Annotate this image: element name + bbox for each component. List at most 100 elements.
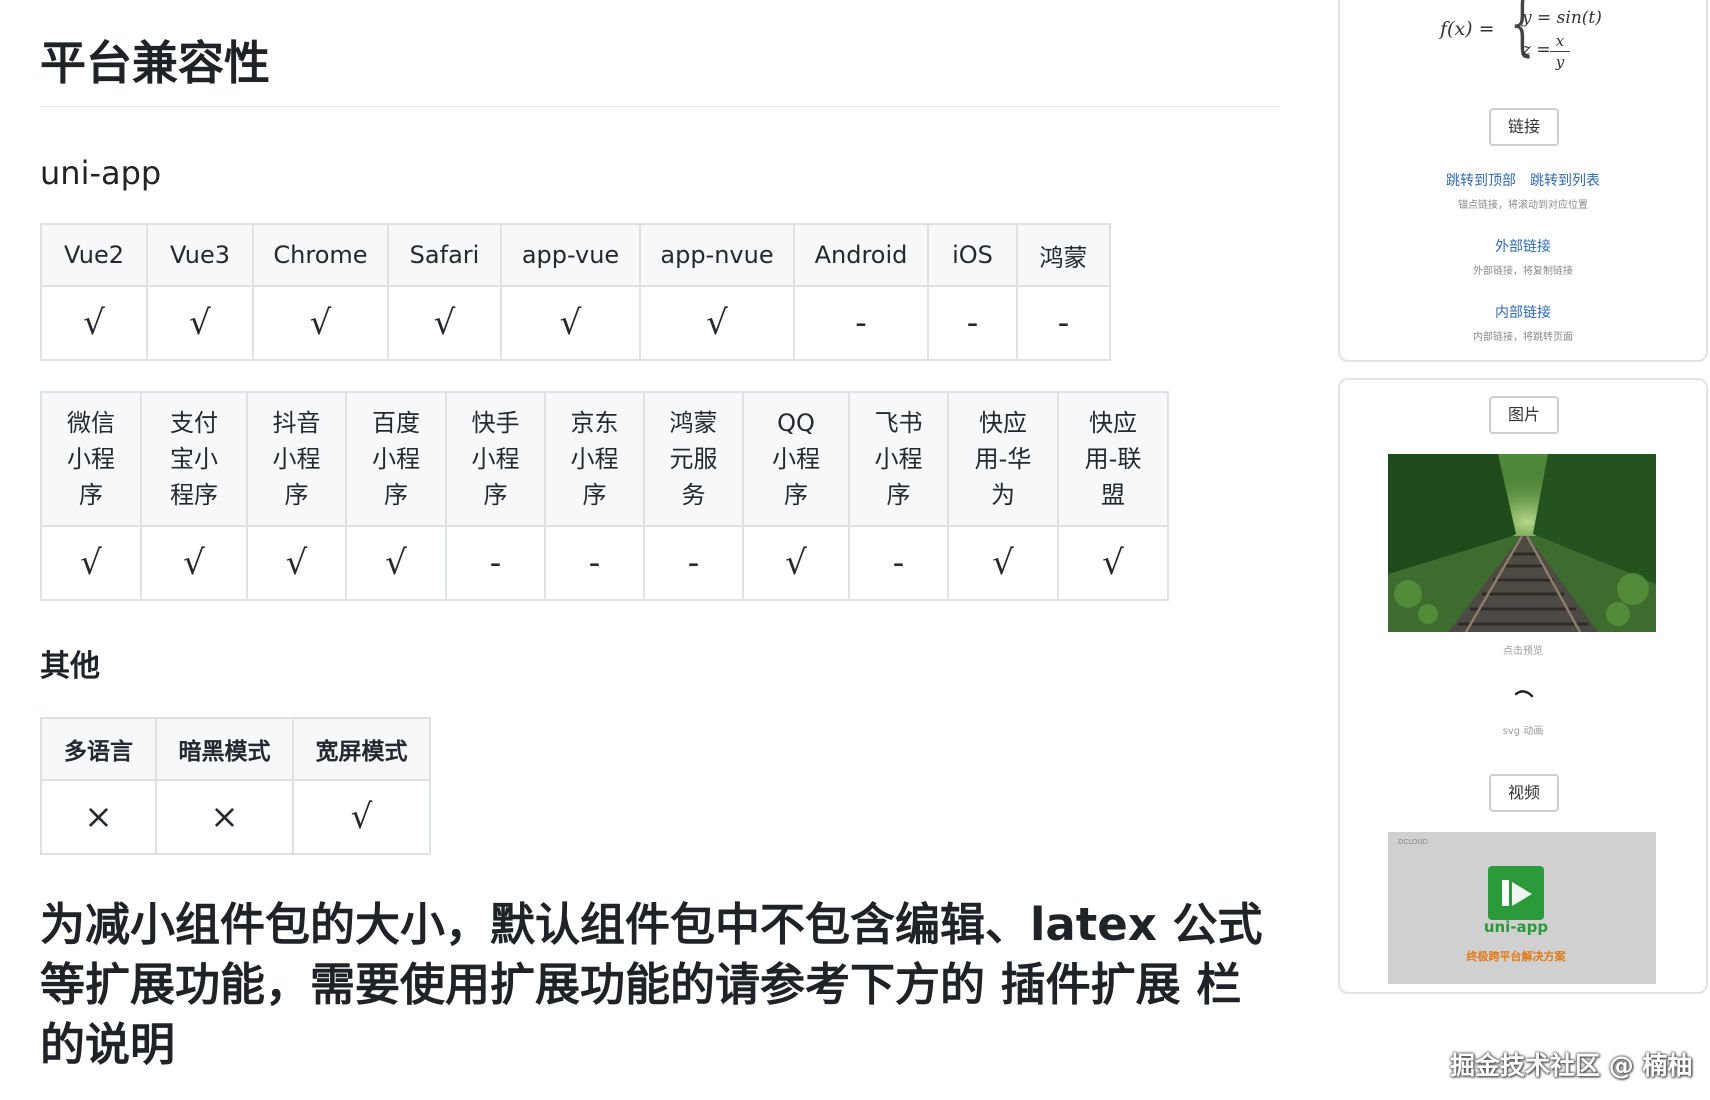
title-divider	[40, 106, 1280, 107]
table-row: √ √ √ √ - - - √ - √ √	[40, 525, 1169, 601]
header-line: 小程	[372, 445, 420, 473]
fraction-bar	[1550, 51, 1570, 52]
table-cell: √	[387, 285, 502, 361]
video-slogan: 终极跨平台解决方案	[1466, 950, 1566, 963]
header-line: 序	[483, 481, 508, 509]
jump-to-top-link[interactable]: 跳转到顶部	[1446, 173, 1516, 189]
page-title: 平台兼容性	[40, 36, 270, 90]
table-cell: √	[146, 285, 254, 361]
table-header-cell: 多语言	[40, 717, 157, 781]
latex-formula: f(x) = { y = sin(t) z = x y	[1440, 0, 1640, 72]
compat-table-miniprogram: 微信 小程序支付 宝小 程序 抖音 小程序百度 小程序快手 小程序京东 小程序鸿蒙 元服务 QQ 小程…	[40, 391, 1169, 601]
fraction-numerator: x	[1555, 32, 1565, 50]
video-brand: DCLOUD	[1398, 838, 1428, 846]
header-line: 小程	[272, 445, 321, 473]
formula-line-z: z =	[1522, 40, 1551, 60]
header-line: 抖音	[272, 409, 321, 437]
compat-table-other: 多语言 暗黑模式 宽屏模式 × × √	[40, 717, 431, 855]
table-header-cell: 鸿蒙 元服务	[643, 391, 744, 527]
table-header-cell: Vue3	[146, 223, 254, 287]
preview-panel-links: f(x) = { y = sin(t) z = x y 链接 跳转到顶部 跳转到列…	[1338, 0, 1708, 362]
loading-spinner-icon	[1514, 690, 1534, 698]
header-line: 微信	[67, 409, 115, 437]
table-header-cell: 快应 用-联盟	[1057, 391, 1169, 527]
formula-fraction: x y	[1550, 32, 1570, 71]
svg-animation-caption: svg 动画	[1502, 726, 1544, 737]
table-header-cell: app-nvue	[639, 223, 795, 287]
table-cell: -	[848, 525, 949, 601]
table-header-cell: 暗黑模式	[155, 717, 294, 781]
table-cell: √	[742, 525, 850, 601]
header-line: 序	[284, 481, 309, 509]
video-section-button[interactable]: 视频	[1489, 774, 1559, 812]
extension-note: 为减小组件包的大小，默认组件包中不包含编辑、latex 公式等扩展功能，需要使用…	[40, 898, 1263, 1071]
table-header-cell: 快手 小程序	[445, 391, 546, 527]
link-section-button[interactable]: 链接	[1489, 108, 1559, 146]
table-header-row: 微信 小程序支付 宝小 程序 抖音 小程序百度 小程序快手 小程序京东 小程序鸿蒙 元服务 QQ 小程…	[40, 391, 1169, 527]
table-cell: √	[292, 779, 431, 855]
header-line: 小程	[471, 445, 520, 473]
external-link[interactable]: 外部链接	[1340, 236, 1706, 256]
table-header-cell: QQ 小程序	[742, 391, 850, 527]
table-cell: √	[246, 525, 347, 601]
header-line: 飞书	[874, 409, 923, 437]
header-line: 快手	[471, 409, 520, 437]
internal-link[interactable]: 内部链接	[1340, 302, 1706, 322]
anchor-link-desc: 锚点链接，将滚动到对应位置	[1458, 200, 1588, 211]
header-line: QQ	[777, 409, 815, 437]
table-cell: √	[345, 525, 447, 601]
table-header-cell: Safari	[387, 223, 502, 287]
table-cell: -	[643, 525, 744, 601]
table-header-cell: Vue2	[40, 223, 148, 287]
table-cell: √	[140, 525, 248, 601]
header-line: 务	[681, 481, 706, 509]
railway-forest-image[interactable]	[1388, 454, 1656, 632]
railway-forest-illustration	[1388, 454, 1656, 632]
play-icon[interactable]	[1498, 874, 1538, 914]
header-line: 小程	[570, 445, 619, 473]
header-line: 序	[886, 481, 911, 509]
section-heading-uniapp: uni-app	[40, 154, 162, 192]
compat-table-uniapp: Vue2 Vue3 Chrome Safari app-vue app-nvue…	[40, 223, 1111, 361]
section-heading-other: 其他	[40, 649, 100, 684]
table-cell: ×	[155, 779, 294, 855]
table-header-cell: 微信 小程序	[40, 391, 142, 527]
image-caption: 点击预览	[1503, 646, 1543, 657]
table-cell: -	[544, 525, 645, 601]
table-cell: √	[252, 285, 389, 361]
formula-fx: f(x) =	[1440, 18, 1495, 40]
table-header-cell: 宽屏模式	[292, 717, 431, 781]
header-line: 用-华	[974, 445, 1032, 473]
table-header-cell: 快应 用-华为	[947, 391, 1059, 527]
table-cell: -	[1016, 285, 1111, 361]
formula-line-y: y = sin(t)	[1522, 8, 1602, 28]
table-cell: √	[500, 285, 641, 361]
header-line: 京东	[570, 409, 619, 437]
header-line: 序	[784, 481, 808, 509]
header-line: 快应	[1089, 409, 1137, 437]
image-section-button[interactable]: 图片	[1489, 396, 1559, 434]
internal-link-desc: 内部链接，将跳转页面	[1473, 332, 1573, 343]
header-line: 宝小	[170, 445, 218, 473]
jump-to-list-link[interactable]: 跳转到列表	[1530, 173, 1600, 189]
table-header-row: 多语言 暗黑模式 宽屏模式	[40, 717, 431, 781]
table-header-cell: Android	[793, 223, 929, 287]
table-header-row: Vue2 Vue3 Chrome Safari app-vue app-nvue…	[40, 223, 1111, 287]
header-line: 鸿蒙	[669, 409, 718, 437]
table-cell: -	[927, 285, 1018, 361]
external-link-desc: 外部链接，将复制链接	[1473, 266, 1573, 277]
header-line: 用-联	[1084, 445, 1142, 473]
table-header-cell: 百度 小程序	[345, 391, 447, 527]
header-line: 序	[384, 481, 408, 509]
header-line: 元服	[669, 445, 718, 473]
watermark: 掘金技术社区 @ 楠柚	[1450, 1051, 1693, 1080]
video-player[interactable]: DCLOUD uni-app 终极跨平台解决方案	[1388, 832, 1656, 984]
table-cell: -	[793, 285, 929, 361]
table-cell: ×	[40, 779, 157, 855]
table-cell: √	[947, 525, 1059, 601]
table-header-cell: 鸿蒙	[1016, 223, 1111, 287]
document-content: 平台兼容性 uni-app Vue2 Vue3 Chrome Safari ap…	[40, 20, 1280, 1075]
header-line: 支付	[170, 409, 218, 437]
header-line: 序	[582, 481, 607, 509]
anchor-links: 跳转到顶部 跳转到列表	[1340, 170, 1706, 190]
